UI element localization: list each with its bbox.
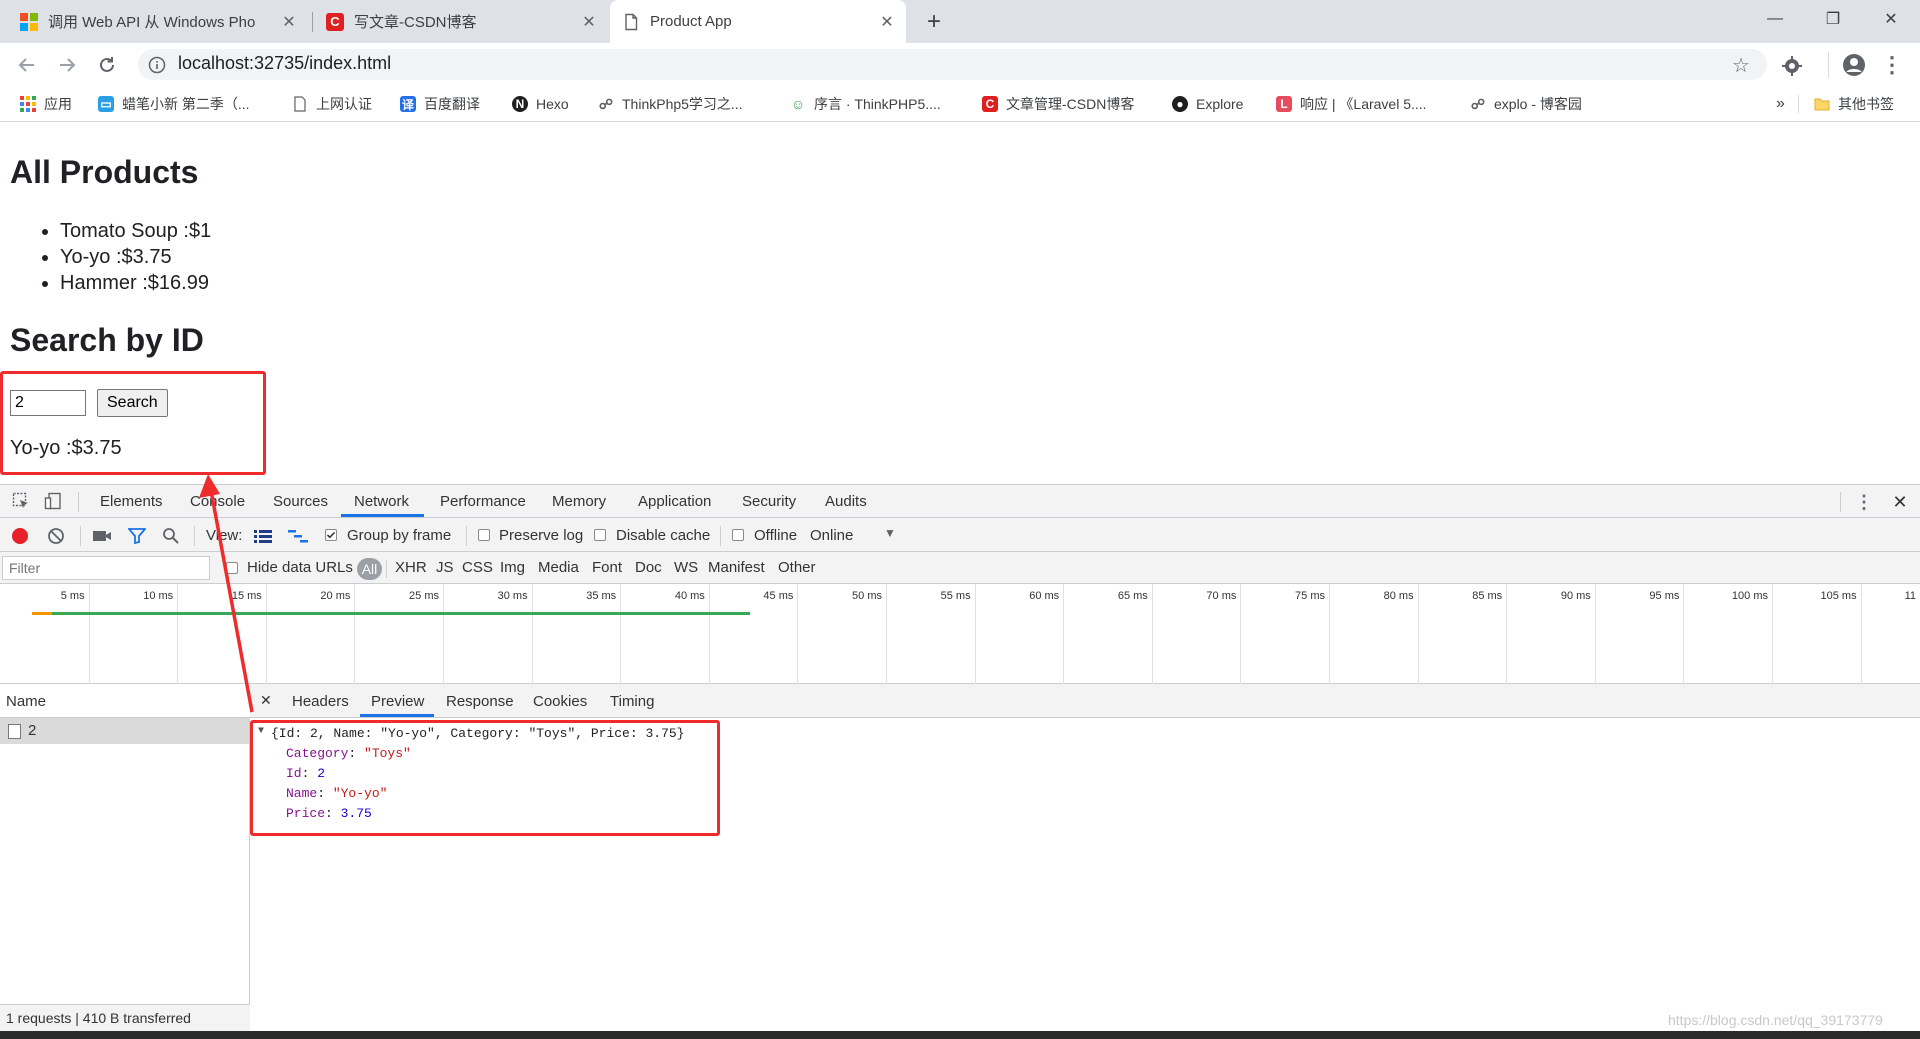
taskbar-strip [0,1031,1920,1039]
timeline-tick-label: 75 ms [1295,590,1325,602]
timeline-tick-label: 85 ms [1472,590,1503,602]
timeline-tick-label: 11 [1904,590,1916,602]
watermark-text: https://blog.csdn.net/qq_39173779 [1668,1012,1883,1028]
annotation-arrow [199,474,254,713]
timeline-tick-label: 35 ms [586,590,617,602]
timeline-tick-label: 100 ms [1731,590,1768,602]
timeline-tick-label: 30 ms [497,590,528,602]
timeline-tick-label: 15 ms [231,590,262,602]
timeline-tick-label: 80 ms [1383,590,1414,602]
timeline-tick-label: 10 ms [143,590,174,602]
timeline-tick-label: 55 ms [940,590,971,602]
timeline-tick-label: 65 ms [1117,590,1148,602]
timeline-tick-label: 70 ms [1206,590,1237,602]
timeline-tick-label: 50 ms [852,590,882,602]
timeline-tick-label: 90 ms [1560,590,1591,602]
timeline-tick-label: 60 ms [1029,590,1060,602]
timeline-tick-label: 45 ms [763,590,794,602]
timeline-tick-label: 25 ms [409,590,439,602]
timeline-tick-label: 5 ms [60,590,85,602]
timeline-tick-label: 105 ms [1820,590,1857,602]
timeline-tick-label: 95 ms [1649,590,1680,602]
timeline-tick-label: 20 ms [320,590,351,602]
timeline-tick-label: 40 ms [674,590,705,602]
